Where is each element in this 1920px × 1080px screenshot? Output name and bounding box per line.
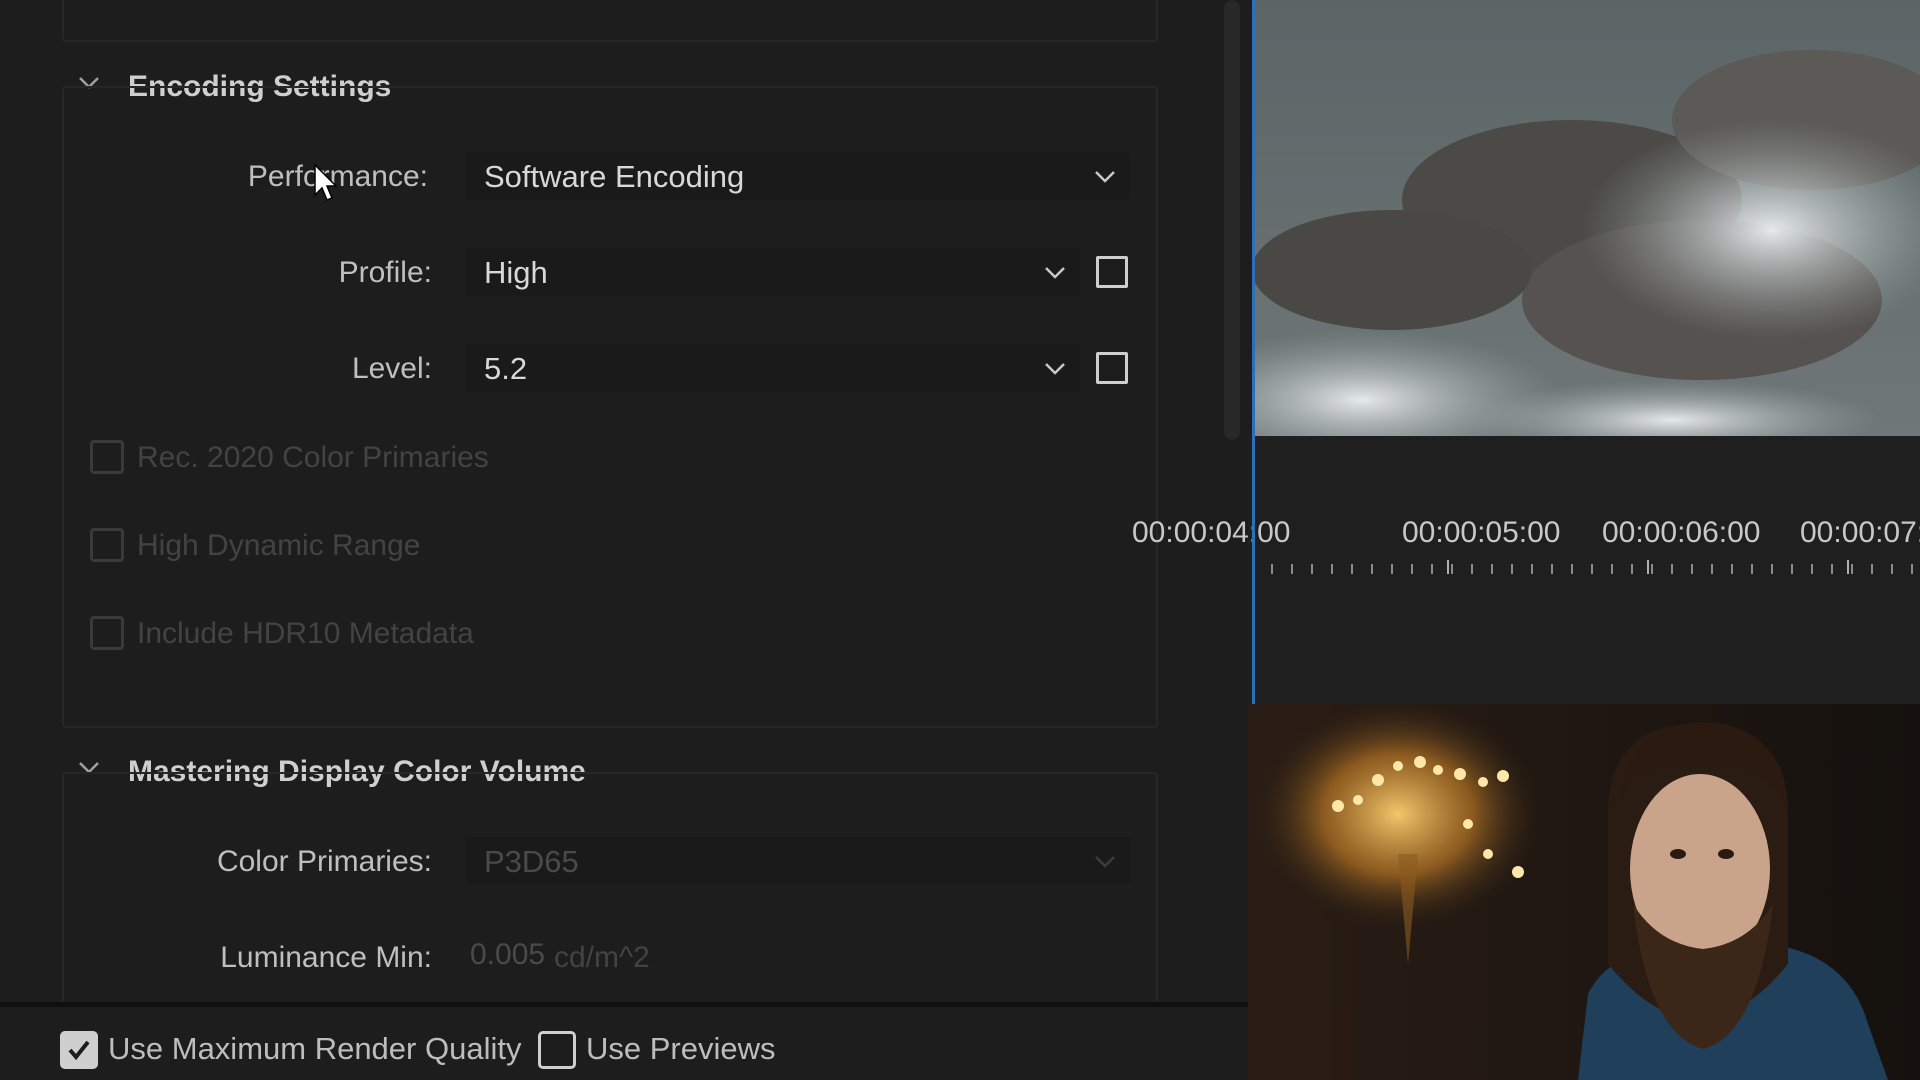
profile-dropdown[interactable]: High <box>466 248 1080 296</box>
preview-image <box>1252 0 1920 436</box>
color-primaries-label: Color Primaries: <box>216 845 432 878</box>
timecode-label: 00:00:04:00 <box>1132 516 1291 549</box>
level-label: Level: <box>351 352 432 385</box>
timecode-label: 00:00:05:00 <box>1402 516 1561 549</box>
max-render-quality-checkbox[interactable] <box>60 1031 98 1069</box>
luminance-min-value[interactable]: 0.005 <box>470 938 545 972</box>
use-previews-label: Use Previews <box>586 1031 776 1066</box>
previous-section-box <box>62 0 1158 42</box>
render-options-bar: Use Maximum Render Quality Use Previews <box>0 1002 1248 1080</box>
profile-label: Profile: <box>338 256 432 289</box>
max-render-quality-label: Use Maximum Render Quality <box>108 1031 522 1066</box>
profile-checkbox[interactable] <box>1096 256 1128 288</box>
timecode-label: 00:00:06:00 <box>1602 516 1761 549</box>
webcam-image <box>1248 704 1920 1080</box>
hdr10-metadata-label: Include HDR10 Metadata <box>137 617 474 650</box>
chevron-down-icon <box>1095 856 1115 868</box>
mastering-display-box <box>62 772 1158 1036</box>
luminance-min-label: Luminance Min: <box>220 941 432 974</box>
chevron-down-icon <box>1095 171 1115 183</box>
timeline-ticks <box>1252 560 1913 574</box>
hdr-label: High Dynamic Range <box>137 529 421 562</box>
color-primaries-dropdown[interactable]: P3D65 <box>466 837 1130 885</box>
playhead-line[interactable] <box>1252 0 1255 704</box>
timeline-ruler[interactable]: 00:00:04:00 00:00:05:00 00:00:06:00 00:0… <box>1132 436 1920 704</box>
luminance-unit: cd/m^2 <box>554 941 650 974</box>
performance-dropdown[interactable]: Software Encoding <box>466 152 1130 200</box>
chevron-down-icon <box>1045 267 1065 279</box>
level-checkbox[interactable] <box>1096 352 1128 384</box>
performance-value: Software Encoding <box>484 159 745 194</box>
rec2020-checkbox[interactable] <box>90 440 124 474</box>
chevron-down-icon <box>1045 363 1065 375</box>
mouse-pointer-icon <box>314 163 337 201</box>
timecode-label: 00:00:07:00 <box>1800 516 1920 549</box>
hdr-checkbox[interactable] <box>90 528 124 562</box>
profile-value: High <box>484 255 548 290</box>
panel-scrollbar[interactable] <box>1224 0 1240 440</box>
color-primaries-value: P3D65 <box>484 844 579 879</box>
rec2020-label: Rec. 2020 Color Primaries <box>137 441 489 474</box>
checkmark-icon <box>68 1040 90 1061</box>
webcam-overlay <box>1248 704 1920 1080</box>
level-value: 5.2 <box>484 351 528 386</box>
video-preview <box>1252 0 1920 436</box>
export-settings-panel: Encoding Settings Performance: Software … <box>0 0 1248 1036</box>
level-dropdown[interactable]: 5.2 <box>466 344 1080 392</box>
performance-label: Performance: <box>247 160 428 193</box>
use-previews-checkbox[interactable] <box>538 1031 576 1069</box>
hdr10-metadata-checkbox[interactable] <box>90 616 124 650</box>
